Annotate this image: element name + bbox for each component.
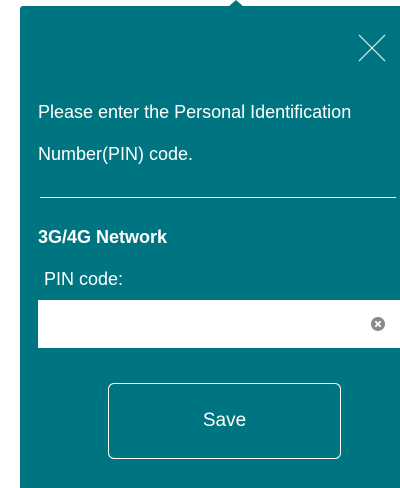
pin-label: PIN code: bbox=[44, 269, 124, 289]
dialog-pointer bbox=[228, 0, 244, 7]
pin-field bbox=[38, 300, 400, 348]
pin-instructions: Please enter the Personal Identification… bbox=[38, 102, 352, 164]
clear-icon[interactable] bbox=[371, 317, 385, 331]
network-section-title: 3G/4G Network bbox=[38, 227, 168, 247]
pin-dialog: Please enter the Personal Identification… bbox=[20, 0, 400, 488]
close-icon-glyph bbox=[358, 34, 386, 62]
save-button[interactable]: Save bbox=[108, 383, 341, 459]
divider bbox=[40, 197, 396, 198]
close-icon[interactable] bbox=[357, 33, 387, 63]
clear-icon-glyph bbox=[371, 317, 385, 331]
pin-input[interactable] bbox=[38, 300, 358, 348]
